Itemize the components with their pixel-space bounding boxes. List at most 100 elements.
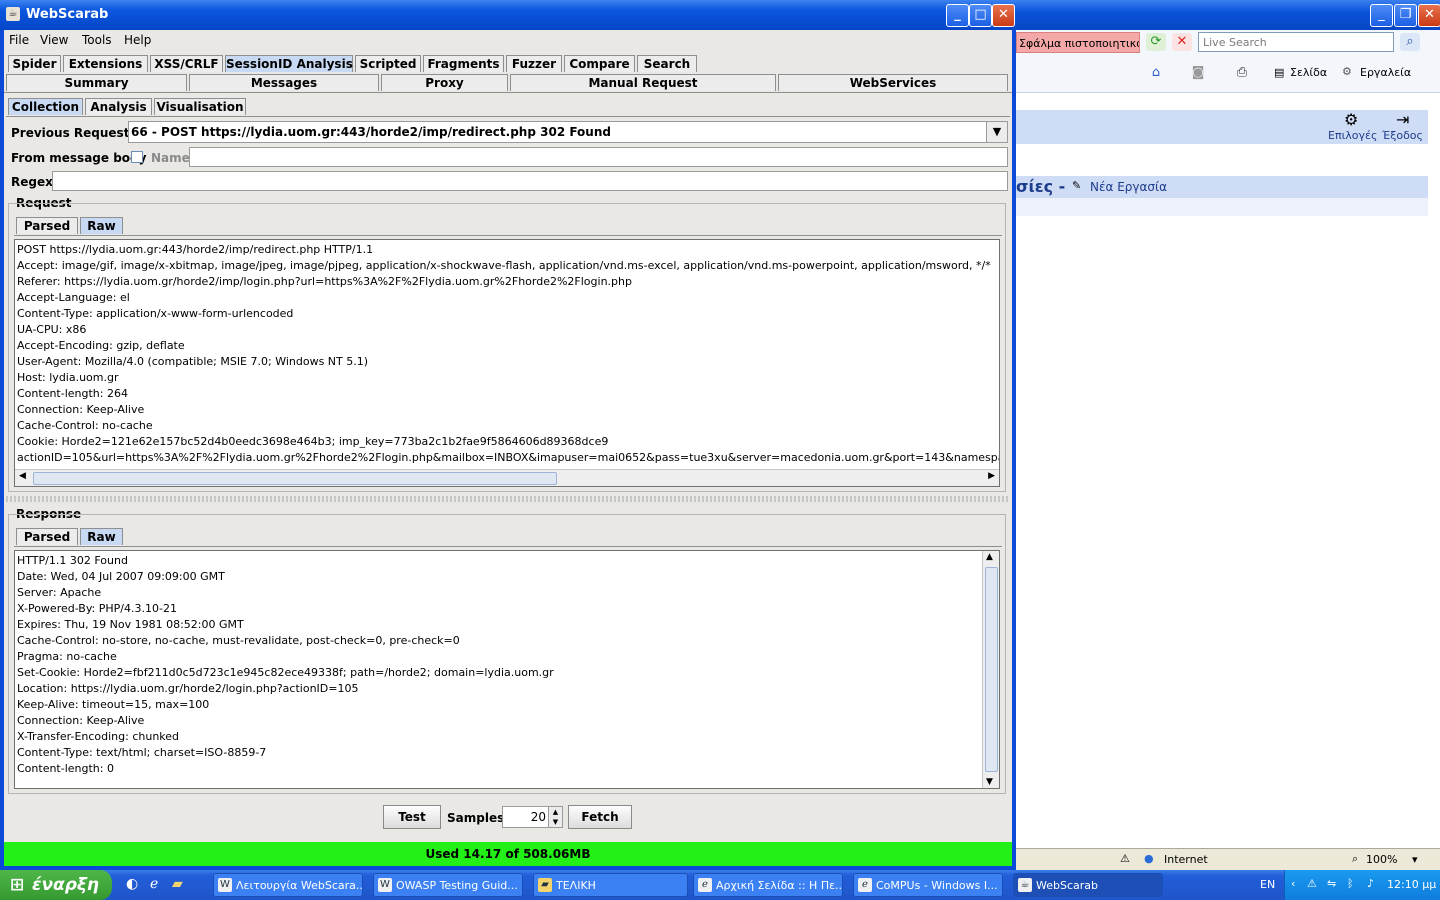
response-vertical-scrollbar[interactable]: ▲ ▼ (982, 551, 999, 788)
ie-restore-icon[interactable]: ❐ (1394, 4, 1417, 27)
new-task-link[interactable]: Νέα Εργασία (1090, 180, 1167, 194)
tab-extensions[interactable]: Extensions (63, 55, 148, 72)
text-line: Cookie: Horde2=121e62e157bc52d4b0eedc369… (17, 435, 609, 448)
task-owasp-guide[interactable]: W OWASP Testing Guid... (373, 873, 523, 897)
ie-close-icon[interactable]: ✕ (1418, 4, 1440, 27)
previous-requests-select[interactable]: 66 - POST https://lydia.uom.gr:443/horde… (128, 121, 1008, 143)
feeds-icon[interactable]: ◙ (1188, 64, 1208, 82)
refresh-icon[interactable]: ⟳ (1146, 33, 1166, 51)
menu-view[interactable]: View (40, 33, 68, 47)
ie-title-bar: _ ❐ ✕ (1016, 0, 1440, 30)
response-tab-divider (14, 546, 1002, 547)
scroll-down-icon[interactable]: ▼ (986, 777, 993, 787)
text-line: Content-length: 264 (17, 387, 128, 400)
tab-fragments[interactable]: Fragments (423, 55, 504, 72)
task-webscarab-doc[interactable]: W Λειτουργία WebScara... (213, 873, 363, 897)
maximize-icon[interactable]: □ (969, 4, 992, 27)
response-raw-text[interactable]: HTTP/1.1 302 Found Date: Wed, 04 Jul 2007… (14, 550, 1000, 789)
tab-xss-crlf[interactable]: XSS/CRLF (150, 55, 223, 72)
task-compus[interactable]: ℯ CoMPUs - Windows I... (853, 873, 1003, 897)
zoom-dropdown-icon[interactable]: ▾ (1412, 853, 1418, 866)
tab-scripted[interactable]: Scripted (355, 55, 421, 72)
tab-fuzzer[interactable]: Fuzzer (506, 55, 562, 72)
test-button[interactable]: Test (383, 805, 441, 829)
request-tab-divider (14, 235, 1002, 236)
java-icon: ☕ (1018, 878, 1032, 892)
tab-spider[interactable]: Spider (8, 55, 61, 72)
exit-link[interactable]: Έξοδος (1382, 129, 1423, 142)
text-line: User-Agent: Mozilla/4.0 (compatible; MSI… (17, 355, 369, 368)
subtab-collection[interactable]: Collection (8, 98, 83, 115)
samples-stepper[interactable]: 20 ▲ ▼ (502, 806, 563, 828)
regex-input[interactable] (52, 171, 1008, 191)
bluetooth-icon[interactable]: ᛒ (1347, 877, 1354, 890)
ie-section-heading: σίες - ✎ Νέα Εργασία (1016, 176, 1428, 198)
tools-menu[interactable]: Εργαλεία (1360, 66, 1411, 79)
response-tab-raw[interactable]: Raw (80, 528, 123, 545)
tab-sessionid-analysis[interactable]: SessionID Analysis (225, 55, 353, 72)
scroll-up-icon[interactable]: ▲ (986, 552, 993, 562)
task-home-page[interactable]: ℯ Αρχική Σελίδα :: Η Πε... (693, 873, 843, 897)
ie-quicklaunch-icon[interactable]: ℯ (150, 876, 158, 892)
stop-icon[interactable]: ✕ (1172, 33, 1192, 51)
text-line: Keep-Alive: timeout=15, max=100 (17, 698, 210, 711)
clock[interactable]: 12:10 μμ (1387, 878, 1436, 891)
menu-file[interactable]: File (9, 33, 29, 47)
fetch-button[interactable]: Fetch (568, 805, 632, 829)
close-icon[interactable]: ✕ (992, 4, 1015, 27)
name-input[interactable] (189, 147, 1008, 167)
subtab-analysis[interactable]: Analysis (85, 98, 152, 115)
search-icon[interactable]: ⌕ (1400, 33, 1420, 51)
tab-proxy[interactable]: Proxy (381, 74, 508, 91)
request-raw-text[interactable]: POST https://lydia.uom.gr:443/horde2/imp… (14, 239, 1000, 487)
tab-messages[interactable]: Messages (189, 74, 379, 91)
tab-compare[interactable]: Compare (564, 55, 635, 72)
task-webscarab[interactable]: ☕ WebScarab (1013, 873, 1163, 897)
zoom-level[interactable]: 100% (1366, 853, 1397, 866)
tab-search[interactable]: Search (637, 55, 697, 72)
response-tab-parsed[interactable]: Parsed (16, 528, 78, 545)
options-link[interactable]: Επιλογές (1328, 129, 1377, 142)
start-label: έναρξη (32, 875, 100, 895)
tab-manual-request[interactable]: Manual Request (510, 74, 776, 91)
menu-tools[interactable]: Tools (82, 33, 112, 47)
language-indicator[interactable]: EN (1260, 878, 1275, 891)
request-horizontal-scrollbar[interactable]: ◀ ▶ (15, 469, 999, 486)
subtab-visualisation[interactable]: Visualisation (154, 98, 246, 115)
request-scroll-thumb[interactable] (33, 472, 557, 485)
tray-network-icon[interactable]: ⇋ (1327, 877, 1336, 890)
name-label: Name (151, 151, 190, 165)
ie-minimize-icon[interactable]: _ (1370, 4, 1393, 27)
page-menu[interactable]: Σελίδα (1290, 66, 1327, 79)
text-line: Expires: Thu, 19 Nov 1981 08:52:00 GMT (17, 618, 244, 631)
ie-search-input[interactable]: Live Search (1198, 32, 1394, 52)
ie-icon: ℯ (858, 878, 872, 892)
tab-summary[interactable]: Summary (6, 74, 187, 91)
scroll-left-icon[interactable]: ◀ (19, 471, 26, 481)
home-icon[interactable]: ⌂ (1146, 64, 1166, 82)
text-line: Set-Cookie: Horde2=fbf211d0c5d723c1e945c… (17, 666, 554, 679)
start-button[interactable]: ⊞ έναρξη (0, 870, 112, 900)
tray-warning-icon[interactable]: ⚠ (1307, 877, 1317, 890)
text-line: UA-CPU: x86 (17, 323, 87, 336)
menu-help[interactable]: Help (124, 33, 151, 47)
scroll-right-icon[interactable]: ▶ (988, 471, 995, 481)
word-icon: W (378, 878, 392, 892)
show-desktop-icon[interactable]: ◐ (126, 876, 138, 892)
task-teliki-folder[interactable]: ▰ ΤΕΛΙΚΗ (533, 873, 688, 897)
volume-icon[interactable]: ♪ (1367, 877, 1374, 890)
chevron-down-icon[interactable]: ▼ (986, 122, 1007, 142)
internet-zone-icon: ● (1144, 852, 1154, 865)
request-tab-raw[interactable]: Raw (80, 217, 123, 234)
print-icon[interactable]: ⎙ (1232, 64, 1252, 82)
from-body-checkbox[interactable] (131, 151, 143, 163)
ie-certificate-error[interactable]: Σφάλμα πιστοποιητικού (1016, 32, 1140, 53)
request-tab-parsed[interactable]: Parsed (16, 217, 78, 234)
folder-quicklaunch-icon[interactable]: ▰ (172, 876, 183, 892)
minimize-icon[interactable]: _ (946, 4, 969, 27)
stepper-down-icon[interactable]: ▼ (548, 817, 562, 827)
response-scroll-thumb[interactable] (985, 567, 998, 772)
tab-webservices[interactable]: WebServices (778, 74, 1008, 91)
tray-expand-icon[interactable]: ‹ (1291, 877, 1295, 890)
split-pane-divider[interactable] (6, 496, 1010, 502)
